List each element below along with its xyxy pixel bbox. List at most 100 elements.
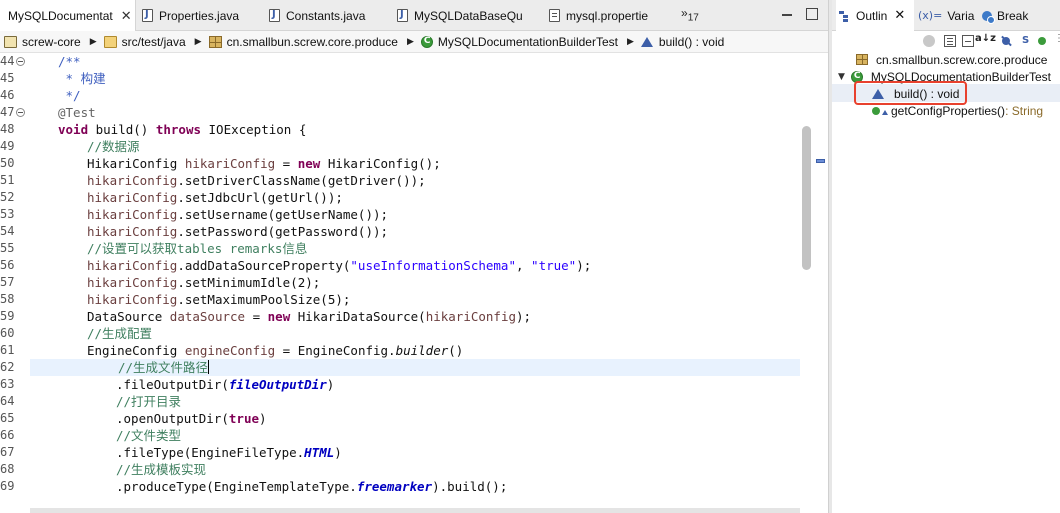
line-number: 46: [0, 88, 15, 102]
code-token: IOException {: [201, 122, 307, 137]
hide-fields-icon[interactable]: [1000, 35, 1012, 47]
overview-ruler-marker[interactable]: [816, 159, 825, 163]
code-text: .fileType(EngineFileType.HTML): [116, 444, 342, 461]
code-token: .setMinimumIdle(2);: [177, 275, 321, 290]
code-token: =: [275, 156, 298, 171]
tab-label: MySQLDataBaseQu: [414, 8, 523, 23]
tab-variables[interactable]: (x)= Varia: [918, 0, 974, 31]
tab-outline[interactable]: Outlin ✕: [836, 0, 914, 31]
editor-tab-mysqldocumentation[interactable]: MySQLDocumentat ✕: [0, 0, 136, 32]
java-file-icon: [269, 9, 280, 22]
horizontal-scrollbar[interactable]: [30, 508, 800, 513]
breadcrumb-class[interactable]: MySQLDocumentationBuilderTest: [420, 34, 618, 49]
breadcrumb-package[interactable]: cn.smallbun.screw.core.produce: [208, 35, 398, 49]
current-code-line: 62 //生成文件路径: [0, 359, 800, 376]
code-token: HikariConfig: [87, 156, 185, 171]
close-icon[interactable]: ✕: [894, 8, 905, 23]
hide-non-public-icon[interactable]: [1038, 37, 1046, 45]
hide-static-icon[interactable]: S: [1022, 35, 1034, 47]
code-token: EngineConfig: [87, 343, 185, 358]
link-editor-icon[interactable]: [923, 35, 935, 47]
code-area[interactable]: 44/** 45 * 构建 46 */ 47 @Test 48 void build…: [0, 53, 800, 513]
java-file-icon: [397, 9, 408, 22]
line-number: 56: [0, 258, 15, 272]
tab-breakpoints[interactable]: Break: [982, 0, 1028, 31]
code-line: 60 //生成配置: [0, 325, 800, 342]
code-text: hikariConfig.addDataSourceProperty("useI…: [87, 257, 591, 274]
code-variable: hikariConfig: [184, 156, 276, 171]
outline-toolbar: a↓z S ⋮: [832, 31, 1060, 51]
breadcrumb-label: MySQLDocumentationBuilderTest: [437, 34, 618, 49]
code-line: 56 hikariConfig.addDataSourceProperty("us…: [0, 257, 800, 274]
editor-tab-mysql-properties[interactable]: mysql.propertie: [549, 0, 648, 31]
line-number: 52: [0, 190, 15, 204]
line-number: 59: [0, 309, 15, 323]
chevron-down-icon[interactable]: ▼: [838, 72, 845, 82]
fold-toggle-icon[interactable]: [16, 108, 25, 117]
line-number: 62: [0, 360, 15, 374]
expand-icon[interactable]: [962, 35, 974, 47]
code-line: 48 void build() throws IOException {: [0, 121, 800, 138]
breadcrumb-label: src/test/java: [121, 34, 186, 49]
chevron-right-icon: ▶: [406, 36, 414, 47]
code-text: @Test: [58, 105, 96, 120]
code-token: ): [259, 411, 267, 426]
code-variable: engineConfig: [184, 343, 276, 358]
code-token: .openOutputDir(: [116, 411, 229, 426]
code-text: /**: [58, 54, 81, 69]
close-icon[interactable]: ✕: [121, 9, 132, 24]
editor-tab-constants[interactable]: Constants.java: [269, 0, 365, 31]
code-token: ).build();: [432, 479, 508, 494]
package-icon: [856, 54, 868, 65]
sort-icon[interactable]: a↓z: [975, 33, 997, 45]
editor-tab-bar: MySQLDocumentat ✕ Properties.java Consta…: [0, 0, 828, 32]
code-token: .produceType(EngineTemplateType.: [116, 479, 357, 494]
code-line: 61 EngineConfig engineConfig = EngineConf…: [0, 342, 800, 359]
maximize-icon[interactable]: [806, 8, 818, 20]
code-text: hikariConfig.setJdbcUrl(getUrl());: [87, 189, 343, 206]
collapse-all-icon[interactable]: [944, 35, 956, 47]
code-text: * 构建: [58, 71, 106, 86]
package-icon: [208, 35, 222, 48]
breadcrumb: screw-core ▶ src/test/java ▶ cn.smallbun…: [0, 31, 828, 53]
code-comment-text: //生成文件路径: [118, 360, 209, 375]
line-number: 49: [0, 139, 15, 153]
breadcrumb-source-folder[interactable]: src/test/java: [103, 34, 186, 49]
code-token: HikariConfig();: [320, 156, 441, 171]
code-variable: hikariConfig: [87, 224, 178, 239]
code-comment: //数据源: [87, 139, 140, 154]
static-marker-icon: [882, 109, 888, 115]
code-variable: dataSource: [169, 309, 246, 324]
code-comment: //生成模板实现: [116, 462, 207, 477]
code-token: DataSource: [87, 309, 170, 324]
code-variable: hikariConfig: [425, 309, 516, 324]
minimize-icon[interactable]: [781, 8, 793, 20]
code-line: 64 //打开目录: [0, 393, 800, 410]
code-token: ,: [515, 258, 532, 273]
code-line: 63 .fileOutputDir(fileOutputDir): [0, 376, 800, 393]
outline-node-package[interactable]: cn.smallbun.screw.core.produce: [856, 51, 1047, 68]
code-token: .setUsername(getUserName());: [177, 207, 389, 222]
breadcrumb-project[interactable]: screw-core: [0, 35, 81, 49]
code-token: build(): [88, 122, 156, 137]
tab-overflow-button[interactable]: »17: [681, 6, 699, 23]
tab-label: Constants.java: [286, 8, 366, 23]
code-token: HikariDataSource(: [290, 309, 426, 324]
code-line: 65 .openOutputDir(true): [0, 410, 800, 427]
view-menu-icon[interactable]: ⋮: [1054, 33, 1060, 45]
outline-panel: Outlin ✕ (x)= Varia Break a↓z S ⋮ cn.sma…: [832, 0, 1060, 513]
outline-icon: [839, 10, 851, 22]
code-string: "useInformationSchema": [350, 258, 516, 273]
line-number: 60: [0, 326, 15, 340]
vertical-scrollbar[interactable]: [802, 126, 811, 270]
editor-tab-mysqldatabasequery[interactable]: MySQLDataBaseQu: [397, 0, 523, 31]
tab-label: Properties.java: [159, 8, 240, 23]
code-editor[interactable]: MySQLDocumentat ✕ Properties.java Consta…: [0, 0, 828, 513]
code-line: 55 //设置可以获取tables remarks信息: [0, 240, 800, 257]
code-string: "true": [531, 258, 577, 273]
highlight-annotation-box: [854, 81, 967, 105]
breadcrumb-method[interactable]: build() : void: [640, 35, 724, 49]
fold-toggle-icon[interactable]: [16, 57, 25, 66]
editor-tab-properties[interactable]: Properties.java: [142, 0, 239, 31]
code-static-method: builder: [395, 343, 449, 358]
